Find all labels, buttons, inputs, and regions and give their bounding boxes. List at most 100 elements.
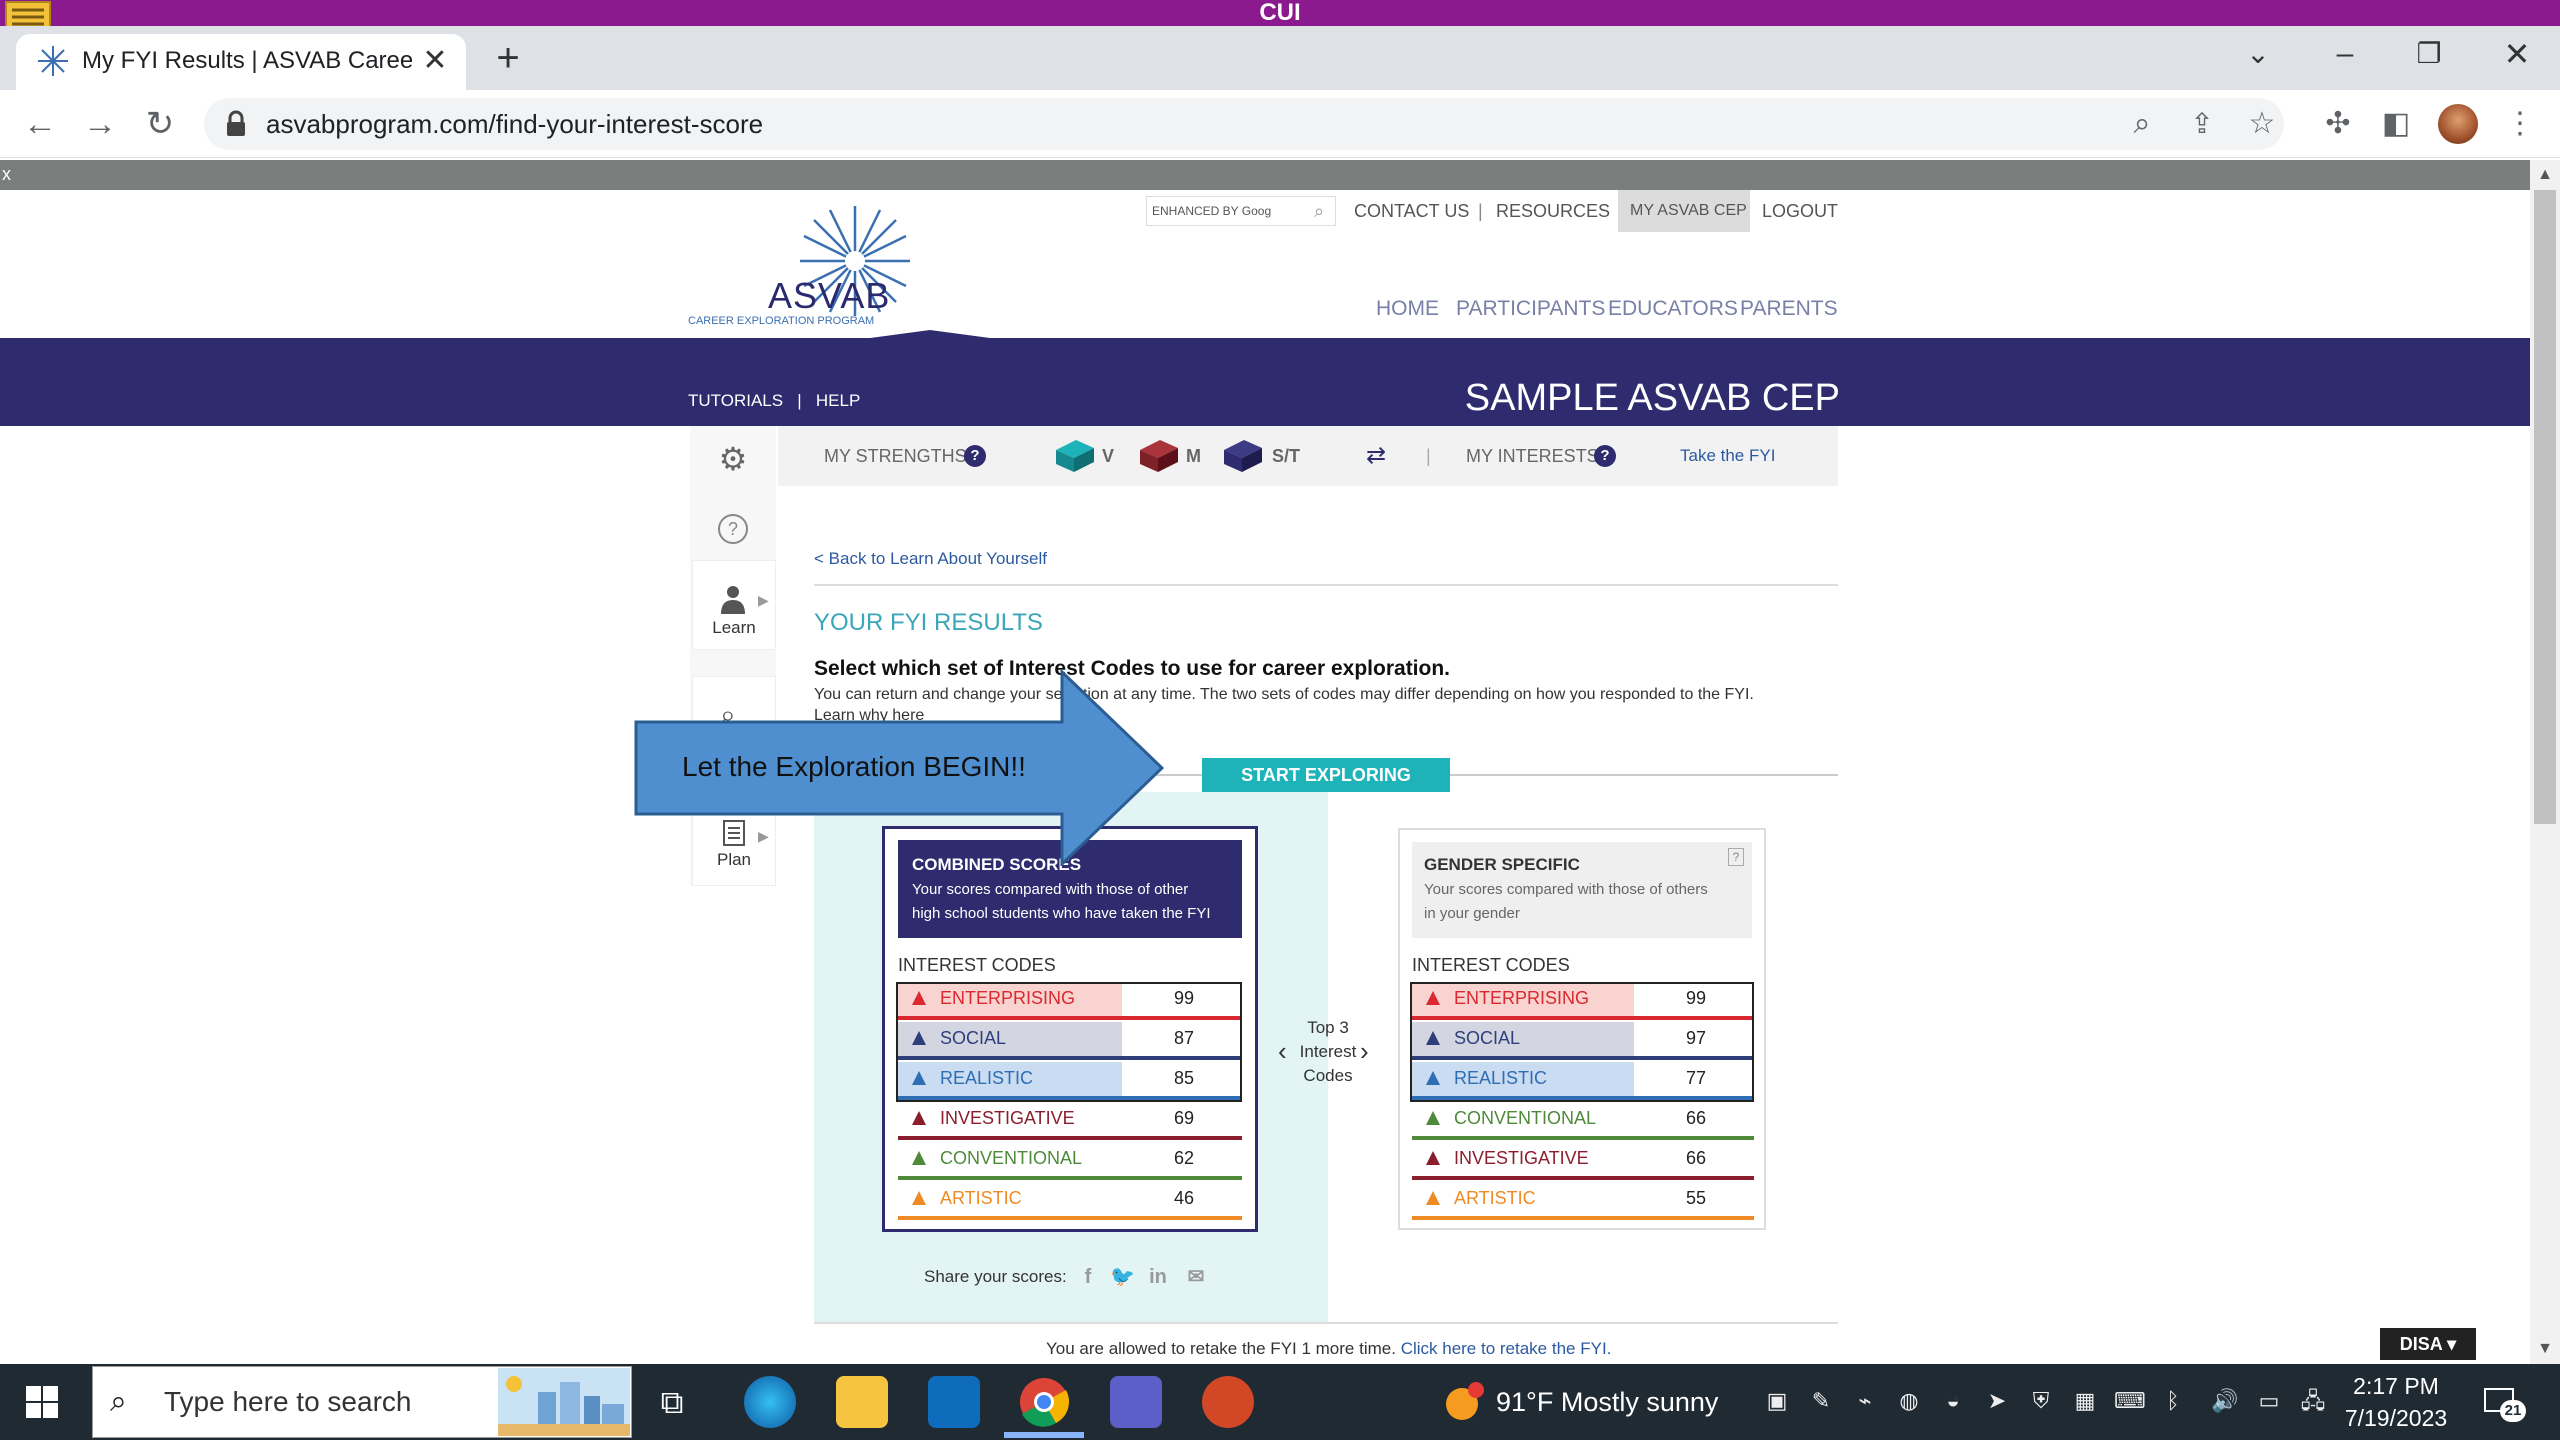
triangle-icon [1426,1151,1440,1165]
divider [814,1322,1838,1324]
task-view-icon[interactable]: ⧉ [652,1382,692,1422]
nav-parents[interactable]: PARENTS [1740,296,1838,322]
tray-network-icon[interactable]: ⌁ [1850,1386,1880,1416]
menu-kebab-icon[interactable]: ⋮ [2498,102,2542,146]
gear-icon[interactable]: ⚙ [716,442,750,476]
weather-text[interactable]: 91°F Mostly sunny [1496,1384,1776,1420]
clock-time[interactable]: 2:17 PM [2336,1370,2456,1402]
help-circle-icon[interactable]: ? [718,514,748,544]
site-search-icon[interactable]: ⌕ [1306,198,1332,224]
tray-globe-icon[interactable]: ◍ [1894,1386,1924,1416]
lock-icon[interactable] [224,110,248,138]
minimize-button[interactable]: – [2322,34,2368,74]
share-icon[interactable]: ⇪ [2180,102,2224,146]
gender-help-icon[interactable]: ? [1728,848,1744,866]
book-navy-icon[interactable] [1222,438,1264,474]
retake-text: You are allowed to retake the FYI 1 more… [1046,1339,1396,1358]
outlook-icon[interactable] [928,1376,980,1428]
tray-app-icon[interactable]: ▣ [1762,1386,1792,1416]
facebook-icon[interactable]: f [1076,1264,1100,1290]
link-separator: | [1478,201,1483,221]
interest-code-score: 55 [1685,1188,1706,1208]
nav-educators[interactable]: EDUCATORS [1608,296,1738,322]
interests-help-icon[interactable]: ? [1594,445,1616,467]
tray-pen-icon[interactable]: ✎ [1806,1386,1836,1416]
triangle-icon [912,1191,926,1205]
powerpoint-icon[interactable] [1202,1376,1254,1428]
chrome-icon[interactable] [1018,1376,1070,1428]
tray-keyboard-icon[interactable]: ⌨ [2114,1386,2146,1416]
scrollbar-thumb[interactable] [2534,190,2556,824]
combined-desc-1: Your scores compared with those of other [912,881,1189,898]
clock-date[interactable]: 7/19/2023 [2336,1402,2456,1434]
tray-display-icon[interactable]: ▦ [2070,1386,2100,1416]
nav-home[interactable]: HOME [1376,296,1439,322]
url-text[interactable]: asvabprogram.com/find-your-interest-scor… [266,108,1466,140]
strengths-help-icon[interactable]: ? [964,445,986,467]
take-fyi-link[interactable]: Take the FYI [1680,444,1775,468]
interest-code-score: 62 [1173,1148,1194,1168]
nav-participants[interactable]: PARTICIPANTS [1456,296,1605,322]
side-panel-icon[interactable]: ◧ [2374,102,2418,146]
tab-search-chevron-icon[interactable]: ⌄ [2240,36,2276,72]
asvab-favicon-icon [38,46,68,76]
help-link[interactable]: HELP [816,391,860,410]
teams-icon[interactable] [1110,1376,1162,1428]
strength-st[interactable]: S/T [1272,444,1300,468]
strengths-separator: | [1426,446,1431,466]
forward-arrow-icon[interactable]: → [78,102,122,146]
top3-line: Codes [1303,1066,1353,1085]
strength-v[interactable]: V [1102,444,1114,468]
edge-icon[interactable] [744,1376,796,1428]
profile-avatar[interactable] [2438,104,2478,144]
volume-icon[interactable]: 🔊 [2210,1386,2240,1416]
window-close-button[interactable]: ✕ [2494,34,2540,74]
file-explorer-icon[interactable] [836,1376,888,1428]
resources-link[interactable]: RESOURCES [1496,200,1610,222]
my-asvab-cep-link[interactable]: MY ASVAB CEP [1630,200,1747,222]
search-placeholder[interactable]: ENHANCED BY Goog [1152,202,1292,220]
disa-badge[interactable]: DISA ▾ [2380,1328,2476,1360]
taskbar-search-icon: ⌕ [110,1385,127,1418]
linkedin-icon[interactable]: in [1146,1264,1170,1290]
triangle-icon [1426,1111,1440,1125]
tutorials-link[interactable]: TUTORIALS [688,391,783,410]
tab-close-icon[interactable]: ✕ [420,44,450,78]
taskbar-search-placeholder[interactable]: Type here to search [164,1384,464,1420]
book-red-icon[interactable] [1138,438,1180,474]
tray-bluetooth-icon[interactable]: ᛒ [2158,1386,2188,1416]
scroll-down-icon[interactable]: ▼ [2530,1334,2560,1364]
sun-weather-icon[interactable] [1442,1380,1486,1424]
swap-arrows-icon[interactable]: ⇄ [1366,444,1386,468]
contact-us-link[interactable]: CONTACT US [1354,200,1469,222]
notification-center[interactable]: 21 [2480,1382,2528,1424]
zoom-icon[interactable]: ⌕ [2120,102,2164,146]
book-teal-icon[interactable] [1054,438,1096,474]
start-exploring-button[interactable]: START EXPLORING [1202,758,1450,792]
back-link[interactable]: < Back to Learn About Yourself [814,548,1047,570]
restore-button[interactable]: ❐ [2406,34,2452,74]
header-band [0,338,2530,426]
windows-start-icon[interactable] [24,1384,60,1420]
scroll-up-icon[interactable]: ▲ [2530,160,2560,190]
extensions-puzzle-icon[interactable]: ✣ [2316,102,2360,146]
bookmark-star-icon[interactable]: ☆ [2240,102,2284,146]
logout-link[interactable]: LOGOUT [1762,200,1838,222]
logo-wordmark[interactable]: ASVAB [768,276,889,316]
strip-close-icon[interactable]: x [2,162,16,186]
tray-security-icon[interactable]: ◒ [1938,1386,1968,1416]
new-tab-button[interactable]: + [488,38,528,78]
back-arrow-icon[interactable]: ← [18,102,62,146]
tray-bird-icon[interactable]: ➤ [1982,1386,2012,1416]
retake-link[interactable]: Click here to retake the FYI. [1401,1339,1612,1358]
combined-row-investigative: INVESTIGATIVE 69 [898,1102,1242,1140]
network-icon[interactable]: 🖧 [2298,1386,2328,1416]
strength-m[interactable]: M [1186,444,1201,468]
email-icon[interactable]: ✉ [1184,1264,1208,1290]
reload-icon[interactable]: ↻ [138,102,182,146]
battery-icon[interactable]: ▭ [2254,1386,2284,1416]
logo-subtitle: CAREER EXPLORATION PROGRAM [688,315,875,327]
my-strengths-label: MY STRENGTHS [824,446,967,466]
twitter-icon[interactable]: 🐦 [1110,1264,1135,1290]
tray-shield-icon[interactable]: ⛨ [2026,1386,2056,1416]
